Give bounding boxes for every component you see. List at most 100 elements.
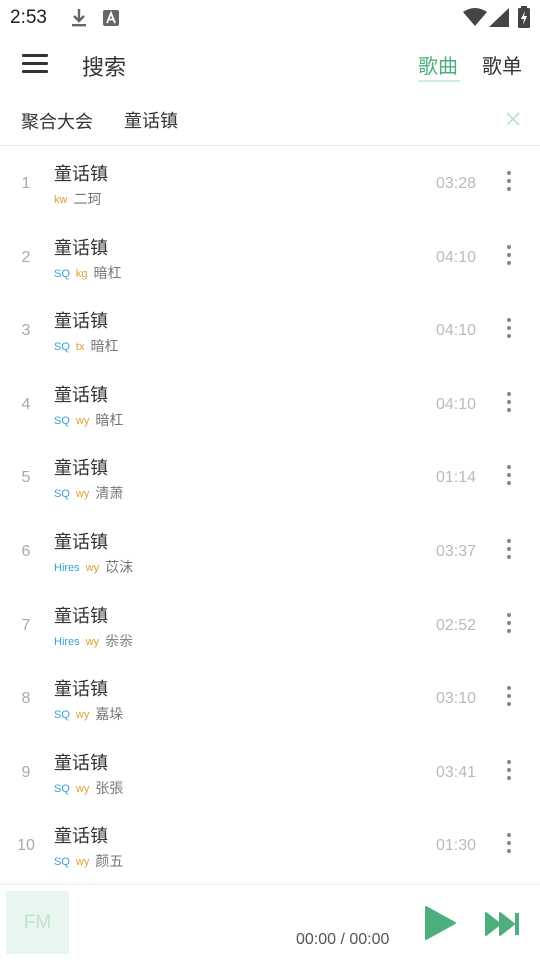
song-artist: 尜尜 bbox=[105, 633, 134, 650]
quality-badge: SQ bbox=[54, 782, 70, 795]
song-title: 童话镇 bbox=[54, 752, 108, 774]
status-time: 2:53 bbox=[10, 7, 47, 28]
song-duration: 04:10 bbox=[436, 248, 477, 266]
quality-badge: Hires bbox=[54, 635, 80, 648]
album-cover[interactable]: FM bbox=[6, 891, 69, 954]
song-row[interactable]: 10 童话镇 SQ wy 颜五 01:30 bbox=[0, 809, 540, 882]
source-badge: wy bbox=[85, 562, 100, 574]
song-title: 童话镇 bbox=[54, 605, 108, 627]
more-options-icon[interactable] bbox=[500, 171, 518, 193]
song-meta: SQ kg 暗杠 bbox=[54, 263, 122, 283]
source-badge: wy bbox=[85, 635, 100, 648]
song-artist: 嘉垛 bbox=[95, 707, 124, 724]
song-meta: Hires wy 尜尜 bbox=[54, 631, 133, 651]
search-input[interactable] bbox=[124, 104, 484, 136]
download-icon bbox=[72, 9, 86, 27]
page-title: 搜索 bbox=[82, 56, 127, 81]
song-index: 7 bbox=[21, 616, 31, 634]
song-row[interactable]: 2 童话镇 SQ kg 暗杠 04:10 bbox=[0, 221, 540, 294]
next-track-icon[interactable] bbox=[484, 909, 522, 939]
more-options-icon[interactable] bbox=[500, 686, 518, 708]
song-row[interactable]: 8 童话镇 SQ wy 嘉垛 03:10 bbox=[0, 662, 540, 735]
song-duration: 01:30 bbox=[436, 837, 477, 855]
song-duration: 03:28 bbox=[436, 175, 477, 192]
song-row[interactable]: 5 童话镇 SQ wy 清萧 01:14 bbox=[0, 441, 540, 514]
song-row[interactable]: 6 童话镇 Hires wy 苡沫 03:37 bbox=[0, 515, 540, 588]
song-index: 8 bbox=[21, 690, 31, 708]
song-meta: SQ wy 张張 bbox=[54, 778, 123, 798]
song-artist: 张張 bbox=[95, 780, 124, 797]
song-artist: 暗杠 bbox=[95, 412, 124, 429]
app-header: 搜索 歌曲 歌单 bbox=[0, 36, 540, 94]
song-artist: 暗杠 bbox=[90, 339, 119, 356]
song-index: 3 bbox=[21, 322, 31, 340]
song-row[interactable]: 1 童话镇 kw 二珂 03:28 bbox=[0, 147, 540, 220]
signal-icon bbox=[489, 8, 509, 27]
quality-badge: SQ bbox=[54, 856, 70, 869]
song-duration: 04:10 bbox=[436, 322, 477, 340]
status-bar: 2:53 bbox=[0, 0, 540, 36]
source-badge: wy bbox=[75, 709, 90, 722]
song-row[interactable]: 3 童话镇 SQ tx 暗杠 04:10 bbox=[0, 294, 540, 367]
song-meta: SQ wy 暗杠 bbox=[54, 410, 123, 430]
wifi-icon bbox=[463, 8, 487, 26]
song-index: 4 bbox=[21, 395, 31, 413]
song-artist: 暗杠 bbox=[93, 265, 122, 282]
active-tab-indicator bbox=[418, 80, 460, 82]
quality-badge: Hires bbox=[54, 562, 80, 574]
song-title: 童话镇 bbox=[54, 311, 108, 333]
close-icon[interactable] bbox=[504, 110, 522, 128]
song-row[interactable]: 9 童话镇 SQ wy 张張 03:41 bbox=[0, 736, 540, 809]
more-options-icon[interactable] bbox=[500, 318, 518, 340]
song-meta: SQ wy 颜五 bbox=[54, 851, 123, 871]
tab-songs[interactable]: 歌曲 bbox=[418, 50, 458, 79]
song-meta: Hires wy 苡沫 bbox=[54, 557, 133, 577]
battery-charging-icon bbox=[518, 6, 530, 28]
song-meta: SQ tx 暗杠 bbox=[54, 336, 118, 356]
more-options-icon[interactable] bbox=[500, 612, 518, 635]
song-row[interactable]: 4 童话镇 SQ wy 暗杠 04:10 bbox=[0, 368, 540, 441]
tab-playlists[interactable]: 歌单 bbox=[482, 50, 522, 79]
quality-badge: SQ bbox=[54, 341, 70, 354]
player-bar: FM 00:00 / 00:00 bbox=[0, 884, 540, 960]
song-duration: 02:52 bbox=[436, 616, 477, 634]
song-row[interactable]: 7 童话镇 Hires wy 尜尜 02:52 bbox=[0, 589, 540, 662]
song-index: 5 bbox=[21, 469, 31, 487]
menu-icon[interactable] bbox=[22, 53, 48, 75]
search-bar: 聚合大会 bbox=[0, 96, 540, 146]
song-artist: 清萧 bbox=[95, 486, 124, 503]
more-options-icon[interactable] bbox=[500, 539, 518, 561]
quality-badge: SQ bbox=[54, 414, 70, 427]
song-index: 6 bbox=[21, 543, 31, 560]
song-index: 9 bbox=[21, 763, 31, 781]
song-title: 童话镇 bbox=[54, 458, 108, 480]
song-duration: 03:41 bbox=[436, 763, 477, 781]
song-duration: 03:10 bbox=[436, 690, 477, 708]
quality-badge: SQ bbox=[54, 488, 70, 501]
more-options-icon[interactable] bbox=[500, 391, 518, 414]
more-options-icon[interactable] bbox=[500, 759, 518, 782]
player-time: 00:00 / 00:00 bbox=[296, 931, 390, 948]
song-title: 童话镇 bbox=[54, 384, 108, 406]
song-artist: 颜五 bbox=[95, 854, 124, 871]
source-badge: wy bbox=[75, 414, 90, 427]
play-icon[interactable] bbox=[422, 905, 458, 941]
more-options-icon[interactable] bbox=[500, 465, 518, 487]
song-title: 童话镇 bbox=[54, 237, 108, 259]
song-meta: SQ wy 嘉垛 bbox=[54, 704, 123, 724]
song-title: 童话镇 bbox=[54, 164, 108, 185]
source-badge: wy bbox=[75, 782, 90, 795]
song-duration: 03:37 bbox=[436, 543, 477, 560]
song-index: 10 bbox=[17, 837, 35, 855]
song-index: 1 bbox=[21, 175, 31, 192]
source-badge: wy bbox=[75, 488, 90, 501]
song-meta: SQ wy 清萧 bbox=[54, 483, 123, 503]
more-options-icon[interactable] bbox=[500, 833, 518, 855]
song-duration: 01:14 bbox=[436, 469, 477, 487]
song-title: 童话镇 bbox=[54, 679, 108, 701]
song-artist: 二珂 bbox=[73, 192, 102, 208]
source-select[interactable]: 聚合大会 bbox=[21, 108, 93, 134]
source-badge: kw bbox=[54, 194, 68, 206]
source-badge: wy bbox=[75, 856, 90, 869]
more-options-icon[interactable] bbox=[500, 244, 518, 267]
